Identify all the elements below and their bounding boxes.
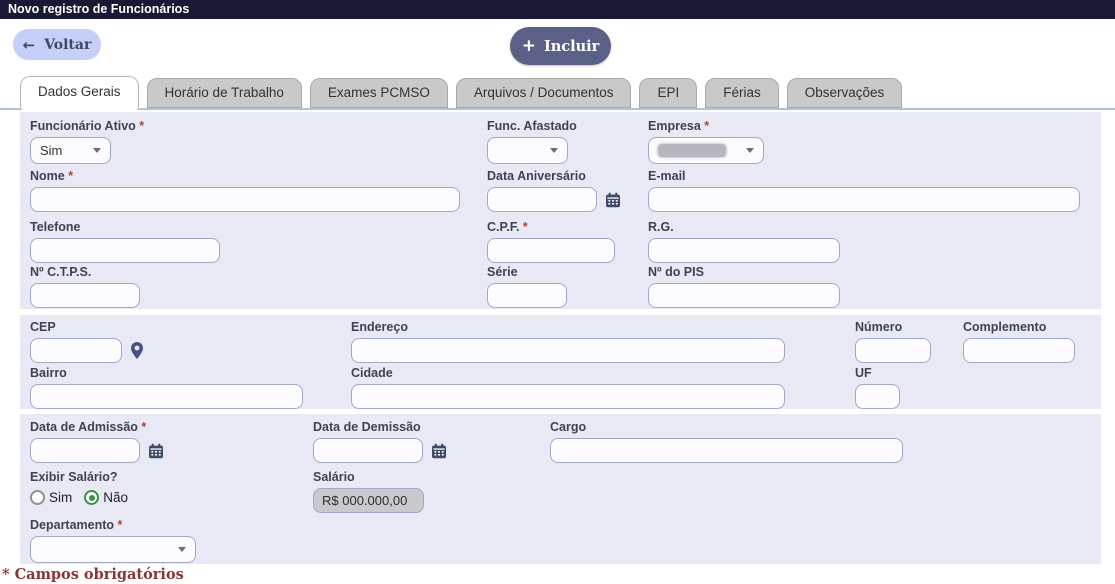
calendar-icon[interactable]: [148, 443, 164, 459]
field-label: Nº do PIS: [648, 265, 840, 279]
field-label: Nº C.T.P.S.: [30, 265, 140, 279]
tab-epi[interactable]: EPI: [639, 78, 697, 108]
tab-ferias[interactable]: Férias: [705, 78, 779, 108]
map-pin-icon[interactable]: [130, 342, 144, 359]
field-label: E-mail: [648, 169, 1080, 183]
uf-input[interactable]: [855, 384, 900, 409]
field-label: R.G.: [648, 220, 840, 234]
data-admissao-input[interactable]: [30, 438, 140, 463]
calendar-icon[interactable]: [431, 443, 447, 459]
tab-arquivos-documentos[interactable]: Arquivos / Documentos: [456, 78, 632, 108]
page-title: Novo registro de Funcionários: [0, 0, 1115, 19]
email-input[interactable]: [648, 187, 1080, 212]
radio-circle-icon[interactable]: [30, 490, 45, 505]
radio-circle-icon[interactable]: [84, 490, 99, 505]
panel-dados-gerais: Funcionário Ativo * Sim Func. Afastado E…: [20, 112, 1101, 309]
complemento-input[interactable]: [963, 338, 1075, 363]
field-label: Cidade: [351, 366, 785, 380]
calendar-icon[interactable]: [605, 192, 621, 208]
ctps-input[interactable]: [30, 283, 140, 308]
data-aniversario-input[interactable]: [487, 187, 597, 212]
rg-input[interactable]: [648, 238, 840, 263]
panel-dados-trabalho: Data de Admissão * Data de Demissão Carg…: [20, 414, 1101, 564]
field-label: Funcionário Ativo *: [30, 119, 144, 133]
field-label: Func. Afastado: [487, 119, 577, 133]
radio-nao[interactable]: Não: [84, 490, 128, 505]
field-label: C.P.F. *: [487, 220, 615, 234]
salario-input: [313, 488, 424, 513]
add-button-label: Incluir: [544, 38, 599, 55]
required-fields-note: * Campos obrigatórios: [2, 566, 184, 583]
chevron-down-icon: [746, 148, 754, 153]
panel-endereco: CEP Endereço Número Complemento Bairro: [20, 315, 1101, 409]
field-label: Exibir Salário?: [30, 470, 128, 484]
bairro-input[interactable]: [30, 384, 303, 409]
field-label: Empresa *: [648, 119, 764, 133]
plus-icon: +: [522, 38, 536, 55]
radio-sim-label: Sim: [49, 490, 72, 505]
func-afastado-select[interactable]: [487, 137, 568, 164]
field-label: UF: [855, 366, 900, 380]
chevron-down-icon: [93, 148, 101, 153]
exibir-salario-radio-group: Sim Não: [30, 490, 128, 505]
field-label: Salário: [313, 470, 424, 484]
nome-input[interactable]: [30, 187, 460, 212]
cidade-input[interactable]: [351, 384, 785, 409]
chevron-down-icon: [550, 148, 558, 153]
departamento-select[interactable]: [30, 536, 196, 563]
add-button[interactable]: + Incluir: [510, 27, 611, 65]
tab-bar: Dados Gerais Horário de Trabalho Exames …: [0, 77, 1115, 110]
telefone-input[interactable]: [30, 238, 220, 263]
redacted-value: [658, 144, 726, 157]
numero-input[interactable]: [855, 338, 931, 363]
back-button[interactable]: ← Voltar: [13, 29, 101, 60]
field-label: Cargo: [550, 420, 903, 434]
back-button-label: Voltar: [44, 37, 91, 53]
data-demissao-input[interactable]: [313, 438, 423, 463]
field-label: Endereço: [351, 320, 785, 334]
radio-sim[interactable]: Sim: [30, 490, 72, 505]
field-label: Data de Admissão *: [30, 420, 164, 434]
funcionario-ativo-value: Sim: [40, 143, 62, 158]
tab-exames-pcmso[interactable]: Exames PCMSO: [310, 78, 448, 108]
field-label: Telefone: [30, 220, 220, 234]
field-label: Data Aniversário: [487, 169, 621, 183]
cep-input[interactable]: [30, 338, 122, 363]
field-label: Data de Demissão: [313, 420, 447, 434]
endereco-input[interactable]: [351, 338, 785, 363]
field-label: Nome *: [30, 169, 460, 183]
radio-nao-label: Não: [103, 490, 128, 505]
field-label: Série: [487, 265, 567, 279]
serie-input[interactable]: [487, 283, 567, 308]
tab-horario-de-trabalho[interactable]: Horário de Trabalho: [147, 78, 302, 108]
tab-observacoes[interactable]: Observações: [787, 78, 903, 108]
funcionario-ativo-select[interactable]: Sim: [30, 137, 111, 164]
field-label: Bairro: [30, 366, 303, 380]
chevron-down-icon: [178, 547, 186, 552]
field-label: Complemento: [963, 320, 1075, 334]
tab-dados-gerais[interactable]: Dados Gerais: [20, 76, 139, 110]
pis-input[interactable]: [648, 283, 840, 308]
arrow-left-icon: ←: [23, 36, 36, 54]
field-label: Número: [855, 320, 931, 334]
field-label: Departamento *: [30, 518, 196, 532]
field-label: CEP: [30, 320, 144, 334]
cargo-input[interactable]: [550, 438, 903, 463]
empresa-select[interactable]: [648, 137, 764, 164]
cpf-input[interactable]: [487, 238, 615, 263]
